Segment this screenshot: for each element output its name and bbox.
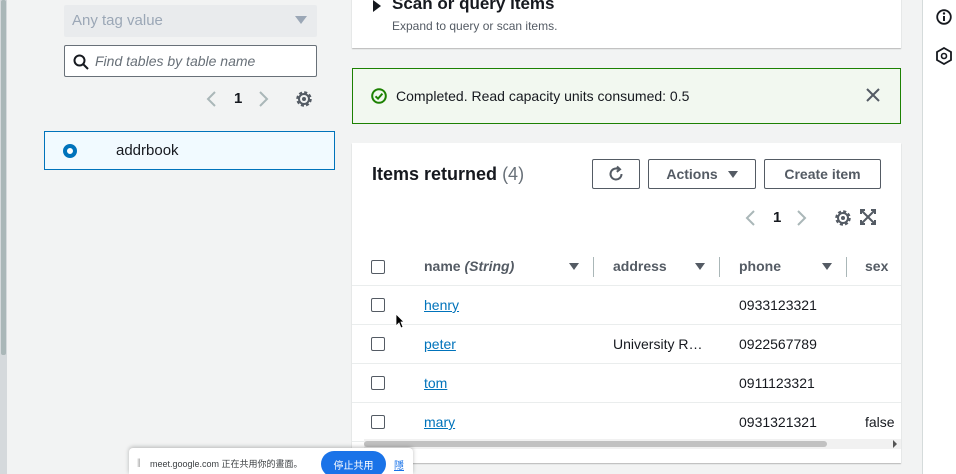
- close-icon[interactable]: [866, 88, 880, 102]
- alert-message: Completed. Read capacity units consumed:…: [396, 88, 690, 104]
- column-header-phone[interactable]: phone: [739, 258, 781, 274]
- item-phone: 0933123321: [739, 297, 817, 313]
- tag-value-select[interactable]: Any tag value: [64, 5, 317, 37]
- drag-handle-icon[interactable]: ||: [137, 457, 141, 467]
- row-checkbox[interactable]: [371, 376, 385, 390]
- success-alert: Completed. Read capacity units consumed:…: [352, 68, 901, 124]
- hexagon-icon[interactable]: [936, 47, 952, 65]
- items-count: (4): [502, 164, 525, 184]
- column-divider[interactable]: [719, 257, 720, 277]
- gear-icon[interactable]: [294, 89, 314, 109]
- left-scrollbar[interactable]: [0, 0, 7, 474]
- column-header-name[interactable]: name (String): [424, 258, 514, 274]
- sort-caret-icon[interactable]: [695, 263, 705, 270]
- table-header: name (String) address phone sex: [352, 248, 901, 286]
- create-item-button[interactable]: Create item: [764, 159, 881, 189]
- chevron-right-icon[interactable]: [796, 209, 808, 227]
- table-row: henry 0933123321: [352, 286, 901, 325]
- row-checkbox[interactable]: [371, 298, 385, 312]
- item-name-link[interactable]: tom: [424, 375, 447, 391]
- scan-query-section[interactable]: Scan or query items Expand to query or s…: [352, 0, 901, 48]
- items-table: name (String) address phone sex henry 09…: [352, 248, 901, 442]
- item-phone: 0922567789: [739, 336, 817, 352]
- scan-query-title[interactable]: Scan or query items: [392, 0, 555, 14]
- search-input[interactable]: [95, 50, 310, 72]
- hide-link[interactable]: 隱藏: [394, 457, 413, 474]
- sort-caret-icon[interactable]: [569, 263, 579, 270]
- item-name-link[interactable]: henry: [424, 297, 459, 313]
- page-number[interactable]: 1: [773, 209, 781, 226]
- info-icon[interactable]: [936, 9, 952, 25]
- table-row: tom 0911123321: [352, 364, 901, 403]
- table-row: peter University R… 0922567789: [352, 325, 901, 364]
- items-returned-panel: Items returned (4) Actions Create item 1…: [352, 143, 901, 463]
- gear-icon[interactable]: [833, 208, 853, 228]
- tag-value-text: Any tag value: [72, 12, 163, 29]
- search-icon: [73, 54, 89, 70]
- scroll-right-icon[interactable]: [893, 440, 897, 448]
- mouse-cursor-icon: [395, 313, 405, 329]
- column-header-address[interactable]: address: [613, 258, 667, 274]
- column-divider[interactable]: [846, 257, 847, 277]
- item-phone: 0931321321: [739, 414, 817, 430]
- column-header-sex[interactable]: sex: [865, 258, 888, 274]
- item-sex: false: [865, 414, 895, 430]
- refresh-button[interactable]: [592, 159, 640, 189]
- row-checkbox[interactable]: [371, 415, 385, 429]
- refresh-icon: [609, 165, 623, 181]
- tables-pagination: 1: [205, 88, 320, 112]
- actions-label: Actions: [666, 166, 718, 182]
- right-utility-bar: [922, 0, 956, 474]
- item-name-link[interactable]: mary: [424, 414, 455, 430]
- select-all-checkbox[interactable]: [371, 260, 385, 274]
- table-list-item[interactable]: addrbook: [44, 131, 335, 170]
- page-number[interactable]: 1: [234, 90, 242, 107]
- chevron-left-icon[interactable]: [744, 209, 756, 227]
- share-status-text: meet.google.com 正在共用你的畫面。: [150, 459, 303, 469]
- table-search-field[interactable]: [64, 45, 317, 77]
- check-circle-icon: [371, 88, 387, 104]
- scan-query-subtitle: Expand to query or scan items.: [392, 19, 558, 33]
- items-pagination: 1: [744, 207, 884, 231]
- items-title: Items returned: [372, 164, 498, 184]
- stop-sharing-button[interactable]: 停止共用: [321, 451, 386, 474]
- scrollbar-thumb[interactable]: [1, 0, 6, 355]
- row-checkbox[interactable]: [371, 337, 385, 351]
- horizontal-scrollbar[interactable]: [364, 439, 901, 449]
- expand-icon[interactable]: [860, 209, 876, 225]
- screen-share-bar: || meet.google.com 正在共用你的畫面。 停止共用 隱藏: [129, 448, 413, 474]
- table-name: addrbook: [116, 142, 179, 159]
- radio-selected-icon[interactable]: [63, 144, 77, 158]
- item-phone: 0911123321: [739, 375, 815, 391]
- caret-right-icon[interactable]: [373, 0, 381, 12]
- sort-caret-icon[interactable]: [822, 263, 832, 270]
- chevron-left-icon[interactable]: [205, 90, 217, 108]
- table-row: mary 0931321321 false: [352, 403, 901, 442]
- item-address: University R…: [613, 336, 703, 352]
- column-divider[interactable]: [593, 257, 594, 277]
- item-name-link[interactable]: peter: [424, 336, 456, 352]
- scrollbar-thumb[interactable]: [364, 441, 827, 447]
- caret-down-icon: [727, 170, 738, 178]
- tables-panel: Any tag value 1 addrbook: [7, 0, 354, 474]
- caret-down-icon: [295, 16, 307, 24]
- items-heading: Items returned (4): [372, 164, 524, 185]
- chevron-right-icon[interactable]: [258, 90, 270, 108]
- actions-button[interactable]: Actions: [648, 159, 756, 189]
